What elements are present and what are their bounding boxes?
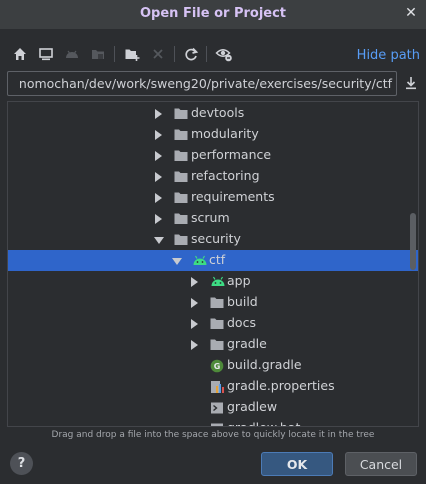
- close-icon[interactable]: ✕: [404, 5, 418, 21]
- drag-drop-hint: Drag and drop a file into the space abov…: [51, 430, 375, 440]
- tree-row-label: requirements: [191, 189, 275, 204]
- refresh-icon[interactable]: [182, 45, 200, 63]
- toolbar-separator: [174, 46, 175, 62]
- folder-icon: [174, 149, 188, 162]
- chevron-right-icon[interactable]: [155, 172, 162, 182]
- folder-icon: [174, 191, 188, 204]
- batch-file-icon: [210, 422, 224, 426]
- folder-icon: [210, 317, 224, 330]
- chevron-right-icon[interactable]: [155, 109, 162, 119]
- tree-row-security[interactable]: security: [8, 229, 418, 250]
- gradle-file-icon: G: [210, 359, 224, 373]
- tree-row-label: gradle.properties: [227, 378, 335, 393]
- folder-icon: [210, 296, 224, 309]
- chevron-right-icon[interactable]: [191, 277, 198, 287]
- tree-row-gradle[interactable]: gradle: [8, 334, 418, 355]
- android-icon: [192, 254, 207, 267]
- tree-row-label: refactoring: [191, 168, 260, 183]
- tree-row-docs[interactable]: docs: [8, 313, 418, 334]
- toolbar: Hide path: [0, 40, 426, 72]
- file-tree[interactable]: devtools modularity performance refactoring…: [7, 101, 419, 427]
- tree-row-label: devtools: [191, 105, 245, 120]
- chevron-right-icon[interactable]: [191, 319, 198, 329]
- tree-scrollbar[interactable]: [410, 213, 416, 270]
- dialog-title: Open File or Project: [139, 6, 287, 21]
- home-icon[interactable]: [11, 45, 29, 63]
- help-button[interactable]: ?: [10, 452, 33, 475]
- tree-row-label: build: [227, 294, 258, 309]
- tree-row-build-gradle[interactable]: Gbuild.gradle: [8, 355, 418, 376]
- tree-row-app[interactable]: app: [8, 271, 418, 292]
- tree-row-label: gradlew: [227, 399, 278, 414]
- path-text: nomochan/dev/work/sweng20/private/exerci…: [18, 76, 392, 91]
- tree-row-devtools[interactable]: devtools: [8, 103, 418, 124]
- hide-path-link[interactable]: Hide path: [357, 48, 420, 63]
- tree-row-refactoring[interactable]: refactoring: [8, 166, 418, 187]
- shell-script-icon: [210, 401, 224, 414]
- folder-icon: [174, 212, 188, 225]
- tree-row-label: build.gradle: [227, 357, 302, 372]
- properties-file-icon: [210, 380, 224, 393]
- toolbar-separator: [114, 46, 115, 62]
- tree-row-requirements[interactable]: requirements: [8, 187, 418, 208]
- download-icon[interactable]: [403, 75, 419, 91]
- toolbar-separator: [206, 46, 207, 62]
- tree-row-label: modularity: [191, 126, 259, 141]
- chevron-down-icon[interactable]: [172, 258, 182, 265]
- tree-row-label: app: [227, 273, 251, 288]
- desktop-icon[interactable]: [37, 45, 55, 63]
- ok-button[interactable]: OK: [261, 452, 333, 476]
- tree-row-build[interactable]: build: [8, 292, 418, 313]
- tree-row-label: gradlew.bat: [227, 420, 300, 426]
- tree-row-label: security: [191, 231, 241, 246]
- chevron-right-icon[interactable]: [155, 130, 162, 140]
- tree-row-performance[interactable]: performance: [8, 145, 418, 166]
- tree-row-gradlew-bat[interactable]: gradlew.bat: [8, 418, 418, 426]
- tree-row-label: scrum: [191, 210, 230, 225]
- chevron-right-icon[interactable]: [155, 214, 162, 224]
- tree-row-gradle-properties[interactable]: gradle.properties: [8, 376, 418, 397]
- project-folder-icon: [89, 45, 107, 63]
- svg-text:G: G: [214, 362, 221, 371]
- cancel-button[interactable]: Cancel: [345, 452, 417, 476]
- chevron-down-icon[interactable]: [154, 237, 164, 244]
- folder-icon: [210, 338, 224, 351]
- tree-row-label: ctf: [209, 252, 226, 267]
- tree-row-modularity[interactable]: modularity: [8, 124, 418, 145]
- new-folder-icon[interactable]: [123, 45, 141, 63]
- chevron-right-icon[interactable]: [191, 298, 198, 308]
- delete-icon: [149, 45, 167, 63]
- show-hidden-icon[interactable]: [215, 45, 233, 63]
- tree-row-label: performance: [191, 147, 272, 162]
- chevron-right-icon[interactable]: [155, 193, 162, 203]
- tree-row-label: gradle: [227, 336, 267, 351]
- android-project-icon: [63, 45, 81, 63]
- tree-row-scrum[interactable]: scrum: [8, 208, 418, 229]
- chevron-right-icon[interactable]: [191, 340, 198, 350]
- title-bar: Open File or Project ✕: [0, 0, 426, 29]
- folder-icon: [174, 233, 188, 246]
- tree-row-gradlew[interactable]: gradlew: [8, 397, 418, 418]
- tree-row-ctf[interactable]: ctf: [8, 250, 418, 271]
- path-input[interactable]: nomochan/dev/work/sweng20/private/exerci…: [7, 71, 397, 96]
- android-icon: [210, 275, 225, 288]
- chevron-right-icon[interactable]: [155, 151, 162, 161]
- folder-icon: [174, 107, 188, 120]
- tree-row-label: docs: [227, 315, 256, 330]
- folder-icon: [174, 128, 188, 141]
- folder-icon: [174, 170, 188, 183]
